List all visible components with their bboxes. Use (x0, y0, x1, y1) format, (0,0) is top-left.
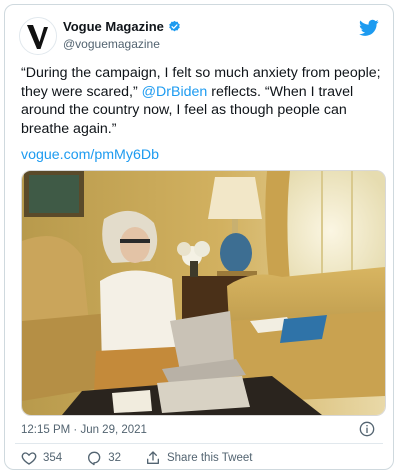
tweet-text-line: around the country now, I feel as though… (21, 102, 347, 118)
verified-badge-icon (169, 20, 180, 32)
tweet-url-link[interactable]: vogue.com/pmMy6Db (21, 147, 159, 163)
divider (15, 443, 383, 444)
tweet-text-segment: they were scared,” (21, 83, 142, 100)
tweet-timestamp[interactable]: 12:15 PM · Jun 29, 2021 (21, 424, 147, 436)
tweet-text-segment: reflects. “When I travel (207, 83, 354, 100)
reply-count: 32 (108, 452, 121, 464)
like-count: 354 (43, 452, 63, 464)
name-row: Vogue Magazine (63, 19, 181, 34)
avatar[interactable] (19, 17, 57, 55)
photo-illustration (22, 171, 385, 415)
tweet-photo[interactable] (21, 170, 386, 416)
tweet-text-line: “During the campaign, I felt so much anx… (21, 65, 381, 81)
tweet-card[interactable]: Vogue Magazine @voguemagazine “During th… (4, 4, 394, 470)
vogue-logo-v (20, 18, 56, 54)
info-icon[interactable] (359, 421, 375, 437)
reply-bubble-icon (88, 451, 101, 466)
tweet-text: “During the campaign, I felt so much anx… (21, 64, 385, 138)
share-button[interactable]: Share this Tweet (145, 450, 252, 466)
display-name[interactable]: Vogue Magazine (63, 19, 164, 34)
tweet-text-line: they were scared,” @DrBiden reflects. “W… (21, 83, 385, 102)
mention-link[interactable]: @DrBiden (142, 84, 208, 100)
tweet-text-line: breathe again.” (21, 120, 117, 137)
twitter-bird-icon[interactable] (359, 19, 379, 37)
action-bar: 354 32 Share this Tweet (21, 450, 276, 466)
heart-icon (21, 452, 37, 465)
share-upload-icon (146, 451, 159, 464)
handle[interactable]: @voguemagazine (63, 37, 160, 51)
like-button[interactable]: 354 (21, 450, 62, 466)
reply-button[interactable]: 32 (86, 450, 121, 466)
share-label: Share this Tweet (166, 452, 253, 464)
